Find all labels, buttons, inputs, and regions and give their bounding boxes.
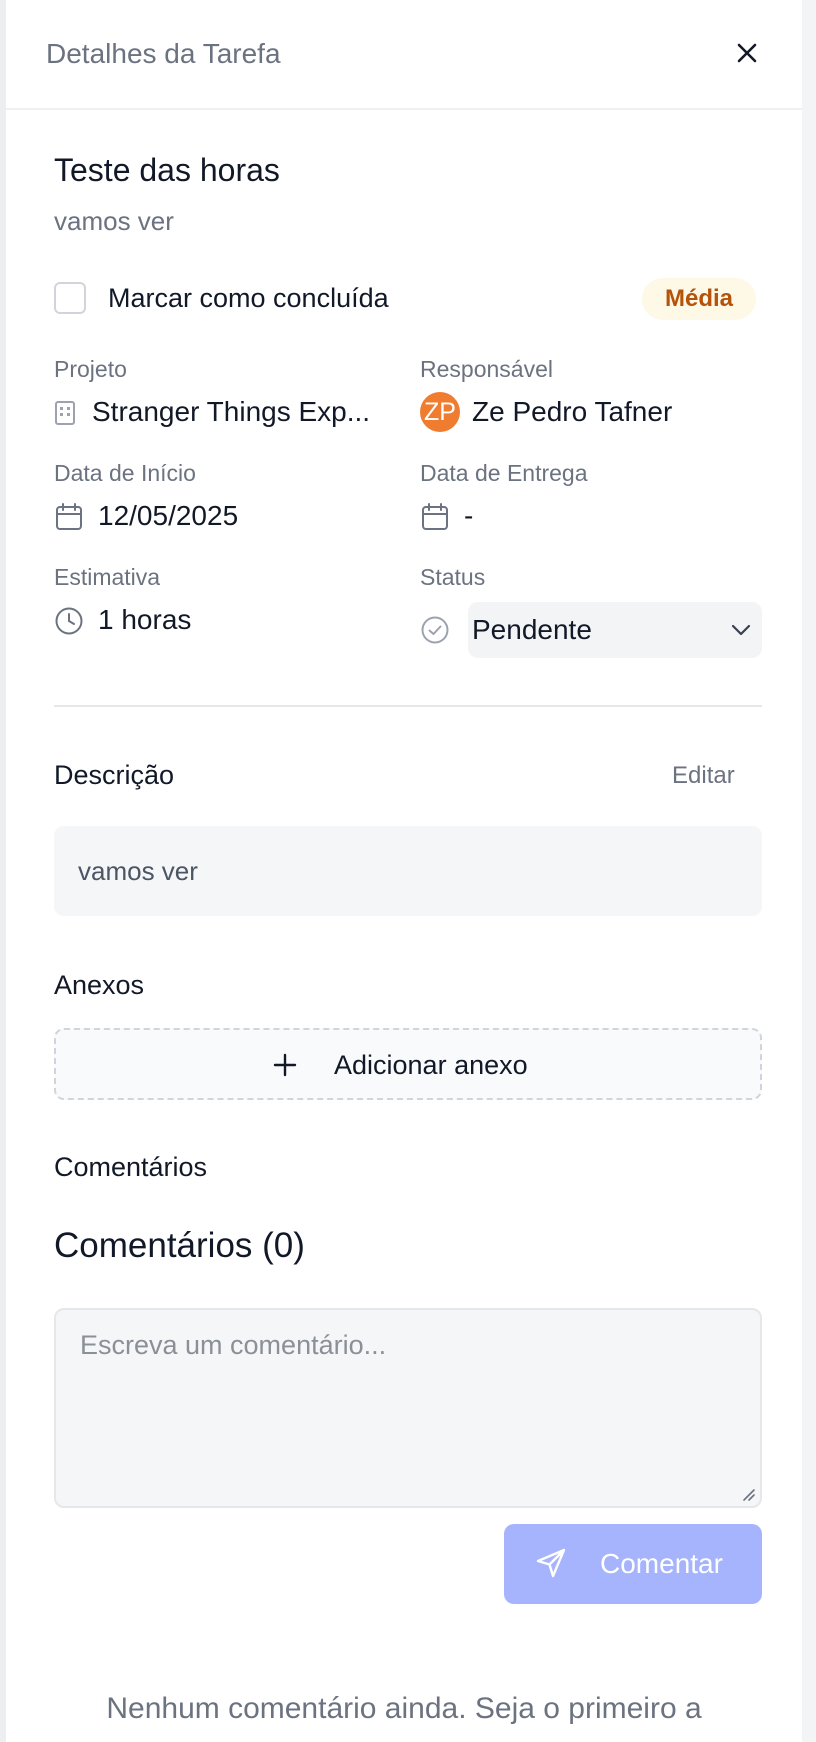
submit-comment-label: Comentar: [600, 1548, 723, 1579]
clock-icon: [55, 607, 83, 635]
due-date-label: Data de Entrega: [420, 460, 588, 486]
comments-heading: Comentários (0): [54, 1226, 305, 1265]
project-label: Projeto: [54, 356, 127, 382]
panel-title: Detalhes da Tarefa: [46, 38, 281, 69]
panel-header: Detalhes da Tarefa: [6, 0, 802, 110]
add-attachment-button[interactable]: Adicionar anexo: [54, 1028, 762, 1100]
empty-comments-message: Nenhum comentário ainda. Seja o primeiro…: [106, 1692, 702, 1725]
add-attachment-label: Adicionar anexo: [334, 1050, 528, 1080]
avatar: ZP: [420, 392, 460, 432]
attachments-title: Anexos: [54, 970, 145, 1000]
edit-description-button[interactable]: Editar: [672, 762, 735, 790]
task-subtitle: vamos ver: [54, 206, 174, 236]
chevron-down-icon: [731, 624, 751, 636]
page-edge: [802, 0, 816, 1742]
complete-row: Marcar como concluída Média: [54, 278, 764, 320]
project-value[interactable]: Stranger Things Exp...: [92, 396, 370, 428]
section-divider: [54, 705, 762, 707]
comments-section-title: Comentários: [54, 1152, 208, 1182]
comment-input[interactable]: [54, 1308, 762, 1508]
resize-handle-icon[interactable]: [738, 1484, 756, 1502]
priority-badge: Média: [642, 278, 756, 320]
complete-checkbox[interactable]: [54, 282, 86, 314]
description-title: Descrição: [54, 760, 175, 790]
description-text: vamos ver: [78, 856, 198, 886]
description-box: vamos ver: [54, 826, 762, 916]
start-date-label: Data de Início: [54, 460, 196, 486]
calendar-icon: [422, 503, 448, 530]
close-icon: [737, 43, 757, 63]
building-icon: [55, 401, 75, 425]
status-label: Status: [420, 564, 486, 590]
status-value: Pendente: [472, 614, 592, 645]
task-detail-panel: Detalhes da Tarefa Teste das horas vamos…: [6, 0, 802, 1742]
assignee-label: Responsável: [420, 356, 553, 382]
task-title: Teste das horas: [54, 152, 280, 188]
send-icon: [536, 1548, 566, 1578]
estimate-value: 1 horas: [98, 604, 192, 635]
calendar-icon: [56, 503, 82, 530]
status-select[interactable]: Pendente: [468, 602, 762, 658]
close-button[interactable]: [732, 38, 762, 68]
estimate-label: Estimativa: [54, 564, 161, 590]
plus-icon: [273, 1053, 297, 1077]
start-date-value: 12/05/2025: [98, 500, 239, 531]
due-date-value: -: [464, 500, 474, 531]
check-circle-icon: [421, 616, 449, 644]
complete-label[interactable]: Marcar como concluída: [108, 282, 389, 314]
submit-comment-button[interactable]: Comentar: [504, 1524, 762, 1604]
assignee-value: Ze Pedro Tafner: [472, 396, 673, 427]
